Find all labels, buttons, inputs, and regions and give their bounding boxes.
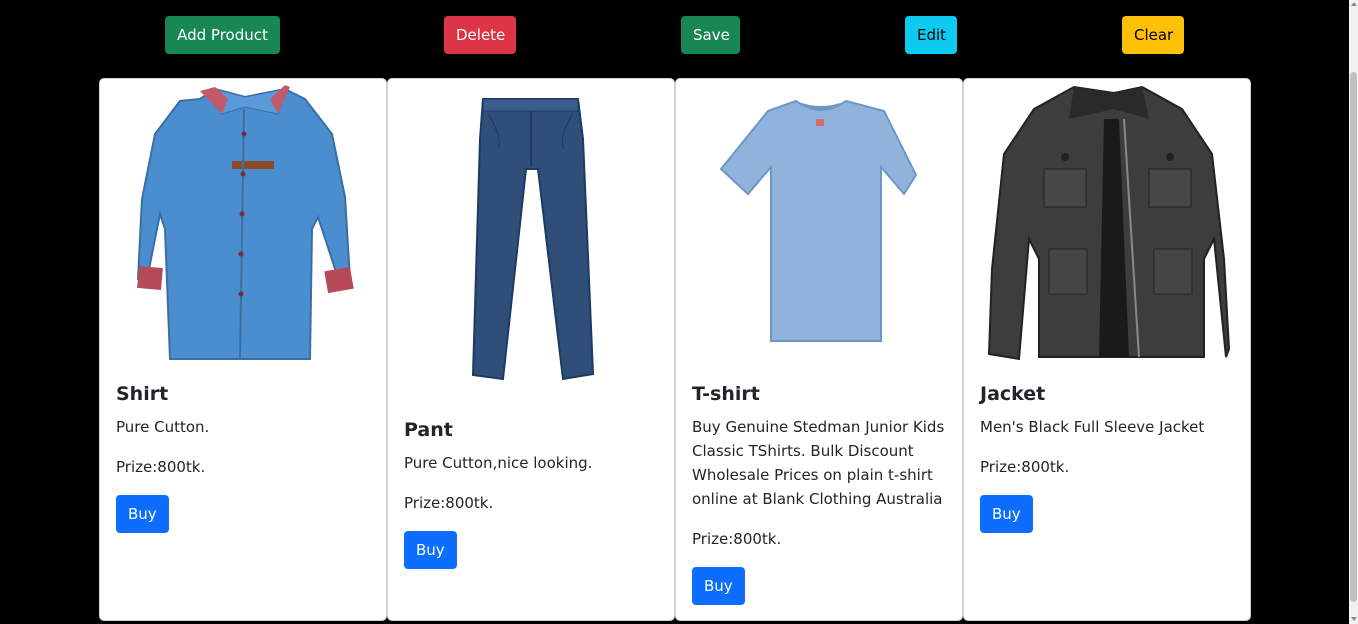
card-body: Pant Pure Cutton,nice looking. Prize:800… bbox=[404, 417, 658, 569]
product-price: Prize:800tk. bbox=[116, 458, 206, 476]
scroll-down-icon[interactable] bbox=[1351, 617, 1357, 621]
card-body: Shirt Pure Cutton. Prize:800tk. Buy bbox=[116, 381, 370, 533]
save-button[interactable]: Save bbox=[681, 16, 740, 54]
product-price: Prize:800tk. bbox=[980, 458, 1070, 476]
tshirt-image bbox=[719, 99, 918, 342]
jacket-image bbox=[987, 85, 1231, 361]
pant-image bbox=[471, 98, 595, 381]
buy-button[interactable]: Buy bbox=[404, 531, 457, 569]
shirt-image bbox=[136, 85, 354, 360]
product-description: Men's Black Full Sleeve Jacket bbox=[980, 418, 1205, 436]
buy-button[interactable]: Buy bbox=[692, 567, 745, 605]
scroll-up-icon[interactable] bbox=[1351, 2, 1357, 6]
add-product-button[interactable]: Add Product bbox=[165, 16, 280, 54]
card-body: T-shirt Buy Genuine Stedman Junior Kids … bbox=[692, 381, 946, 605]
product-title: Shirt bbox=[116, 383, 169, 405]
clear-button[interactable]: Clear bbox=[1122, 16, 1184, 54]
product-description: Pure Cutton,nice looking. bbox=[404, 454, 593, 472]
product-description: Buy Genuine Stedman Junior Kids Classic … bbox=[692, 418, 945, 508]
scrollbar-thumb[interactable] bbox=[1350, 72, 1357, 602]
buy-button[interactable]: Buy bbox=[116, 495, 169, 533]
card-body: Jacket Men's Black Full Sleeve Jacket Pr… bbox=[980, 381, 1234, 533]
product-card: T-shirt Buy Genuine Stedman Junior Kids … bbox=[675, 78, 963, 621]
product-card: Pant Pure Cutton,nice looking. Prize:800… bbox=[387, 78, 675, 621]
delete-button[interactable]: Delete bbox=[444, 16, 516, 54]
product-title: Pant bbox=[404, 419, 453, 441]
product-title: Jacket bbox=[980, 383, 1046, 405]
edit-button[interactable]: Edit bbox=[905, 16, 957, 54]
product-card-grid: Shirt Pure Cutton. Prize:800tk. Buy Pant… bbox=[99, 78, 1251, 621]
vertical-scrollbar[interactable] bbox=[1349, 0, 1358, 624]
product-price: Prize:800tk. bbox=[404, 494, 494, 512]
product-price: Prize:800tk. bbox=[692, 530, 782, 548]
product-card: Shirt Pure Cutton. Prize:800tk. Buy bbox=[99, 78, 387, 621]
product-title: T-shirt bbox=[692, 383, 760, 405]
buy-button[interactable]: Buy bbox=[980, 495, 1033, 533]
product-card: Jacket Men's Black Full Sleeve Jacket Pr… bbox=[963, 78, 1251, 621]
product-description: Pure Cutton. bbox=[116, 418, 210, 436]
